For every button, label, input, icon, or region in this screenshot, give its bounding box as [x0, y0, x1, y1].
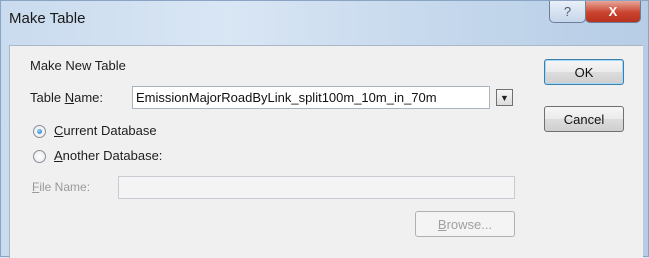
- help-icon: ?: [563, 4, 572, 19]
- browse-button[interactable]: Browse...: [415, 211, 515, 237]
- table-name-dropdown-button[interactable]: ▼: [496, 89, 513, 106]
- radio-selected-dot: [37, 129, 42, 134]
- file-name-label: File Name:: [32, 180, 91, 194]
- cancel-button[interactable]: Cancel: [544, 106, 624, 132]
- dialog-body: Make New Table Table Name: ▼ Current Dat…: [9, 45, 643, 258]
- table-name-label: Table Name:: [30, 90, 103, 105]
- make-new-table-label: Make New Table: [30, 58, 126, 73]
- dialog-title: Make Table: [9, 10, 86, 27]
- ok-button[interactable]: OK: [544, 59, 624, 85]
- help-button[interactable]: ?: [549, 1, 586, 23]
- file-name-input[interactable]: [118, 176, 515, 199]
- close-icon: X: [608, 4, 618, 19]
- make-table-dialog: Make Table ? X Make New Table Table Name…: [0, 0, 649, 258]
- another-database-label[interactable]: Another Database:: [54, 148, 162, 163]
- table-name-input[interactable]: [132, 86, 490, 109]
- another-database-radio[interactable]: [33, 150, 46, 163]
- title-bar[interactable]: Make Table ? X: [1, 1, 649, 37]
- dropdown-arrow-icon: ▼: [500, 92, 509, 103]
- current-database-radio[interactable]: [33, 125, 46, 138]
- current-database-label[interactable]: Current Database: [54, 123, 157, 138]
- close-button[interactable]: X: [585, 1, 641, 23]
